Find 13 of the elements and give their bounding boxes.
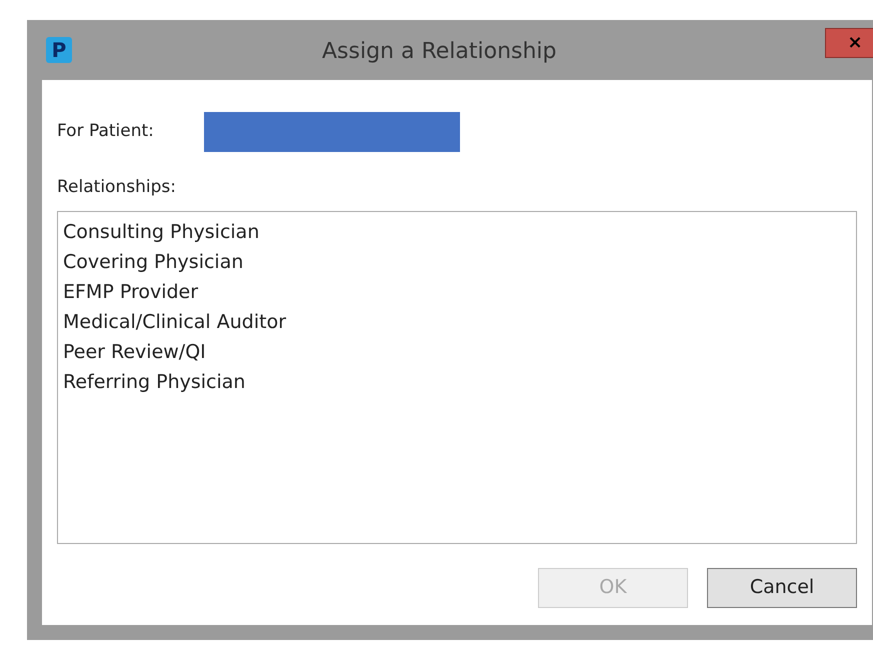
field-label: For Patient: [57,120,155,144]
close-button[interactable]: × [825,28,873,58]
list-item[interactable]: Peer Review/QI [63,336,206,366]
list-item[interactable]: Covering Physician [63,246,244,276]
list-item[interactable]: Referring Physician [63,366,246,396]
app-icon: P [46,37,72,63]
patient-field[interactable] [204,112,460,152]
list-item[interactable]: Medical/Clinical Auditor [63,306,286,336]
window-title: Assign a Relationship [322,38,557,66]
dialog-button[interactable]: Cancel [707,568,857,608]
list-item[interactable]: EFMP Provider [63,276,198,306]
list-label: Relationships: [57,176,177,199]
list-item[interactable]: Consulting Physician [63,216,260,246]
